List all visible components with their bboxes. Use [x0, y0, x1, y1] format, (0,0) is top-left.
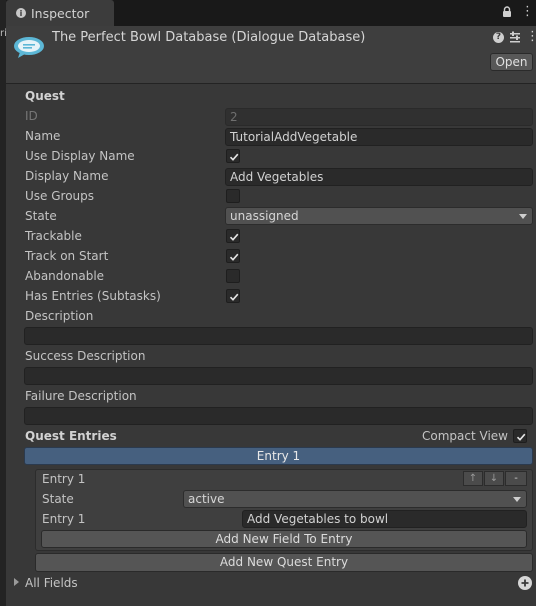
- track-on-start-checkbox[interactable]: [226, 249, 240, 263]
- checkmark-icon: [229, 253, 239, 261]
- use-groups-label: Use Groups: [25, 189, 95, 203]
- checkmark-icon: [229, 293, 239, 301]
- use-display-name-checkbox[interactable]: [226, 149, 240, 163]
- description-label: Description: [25, 309, 94, 323]
- add-new-field-button[interactable]: Add New Field To Entry: [41, 530, 527, 548]
- database-icon: [12, 34, 46, 60]
- open-button[interactable]: Open: [490, 53, 533, 71]
- entry-header-button[interactable]: Entry 1: [24, 447, 533, 465]
- checkmark-icon: [229, 233, 239, 241]
- preset-icon[interactable]: [509, 31, 521, 43]
- state-dropdown-value: unassigned: [230, 209, 299, 223]
- description-field[interactable]: [24, 327, 533, 345]
- move-up-button[interactable]: ↑: [463, 471, 483, 486]
- checkmark-icon: [516, 433, 526, 441]
- name-label: Name: [25, 129, 61, 143]
- failure-description-label: Failure Description: [25, 389, 137, 403]
- entry-title: Entry 1: [42, 472, 86, 486]
- entry-text-field[interactable]: Add Vegetables to bowl: [242, 510, 527, 528]
- checkmark-icon: [229, 153, 239, 161]
- compact-view-checkbox[interactable]: [513, 429, 527, 443]
- tab-inspector[interactable]: i Inspector: [6, 0, 114, 26]
- entry-state-dropdown[interactable]: active: [183, 490, 527, 508]
- id-label: ID: [25, 109, 38, 123]
- state-dropdown[interactable]: unassigned: [225, 207, 533, 225]
- tab-kebab-menu-icon[interactable]: ⋮: [521, 5, 534, 19]
- trackable-checkbox[interactable]: [226, 229, 240, 243]
- expand-arrow-icon[interactable]: [14, 578, 19, 586]
- has-entries-checkbox[interactable]: [226, 289, 240, 303]
- failure-description-field[interactable]: [24, 407, 533, 425]
- use-display-name-label: Use Display Name: [25, 149, 135, 163]
- chevron-down-icon: [519, 214, 527, 219]
- quest-section-label: Quest: [25, 89, 65, 103]
- entry-state-label: State: [42, 492, 74, 506]
- success-description-field[interactable]: [24, 367, 533, 385]
- header-title: The Perfect Bowl Database (Dialogue Data…: [52, 30, 366, 45]
- move-down-button[interactable]: ↓: [484, 471, 504, 486]
- abandonable-checkbox[interactable]: [226, 269, 240, 283]
- success-description-label: Success Description: [25, 349, 146, 363]
- entry-state-value: active: [188, 492, 225, 506]
- chevron-down-icon: [513, 497, 521, 502]
- trackable-label: Trackable: [25, 229, 82, 243]
- id-field: 2: [225, 108, 533, 126]
- display-name-field[interactable]: Add Vegetables: [225, 168, 533, 186]
- abandonable-label: Abandonable: [25, 269, 105, 283]
- kebab-menu-icon[interactable]: ⋮: [526, 30, 536, 44]
- all-fields-foldout[interactable]: All Fields: [25, 576, 78, 590]
- quest-entries-label: Quest Entries: [25, 429, 117, 443]
- compact-view-label: Compact View: [422, 429, 508, 443]
- has-entries-label: Has Entries (Subtasks): [25, 289, 161, 303]
- entry-text-label: Entry 1: [42, 512, 86, 526]
- info-icon: i: [16, 8, 26, 18]
- display-name-label: Display Name: [25, 169, 109, 183]
- use-groups-checkbox[interactable]: [226, 189, 240, 203]
- remove-entry-button[interactable]: -: [505, 471, 527, 486]
- add-new-quest-entry-button[interactable]: Add New Quest Entry: [35, 553, 533, 572]
- state-label: State: [25, 209, 57, 223]
- track-on-start-label: Track on Start: [25, 249, 109, 263]
- add-field-icon[interactable]: [518, 576, 532, 590]
- name-field[interactable]: TutorialAddVegetable: [225, 128, 533, 146]
- tab-label: Inspector: [31, 5, 90, 21]
- help-icon[interactable]: ?: [493, 32, 504, 43]
- lock-icon[interactable]: [502, 6, 512, 18]
